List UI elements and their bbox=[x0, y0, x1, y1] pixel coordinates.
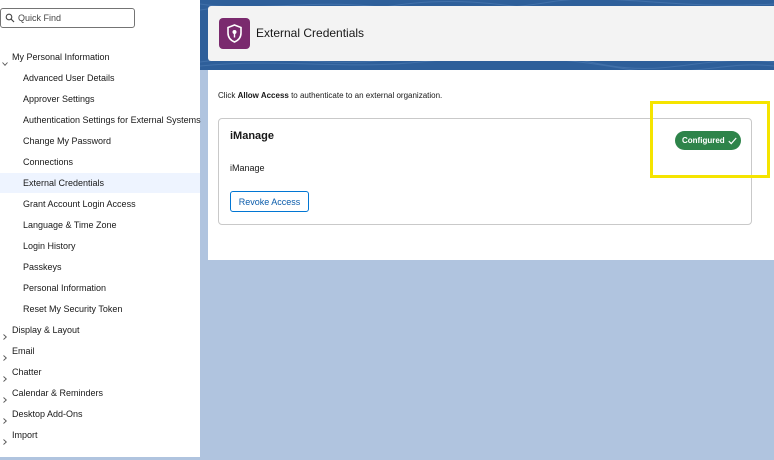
sidebar-item-label: Passkeys bbox=[23, 262, 62, 272]
shield-key-icon bbox=[219, 18, 250, 49]
sidebar-item-connections[interactable]: Connections bbox=[0, 152, 200, 172]
credential-title: iManage bbox=[230, 130, 275, 142]
chevron-right-icon bbox=[2, 390, 8, 403]
sidebar-section-my-personal-information[interactable]: My Personal Information bbox=[0, 47, 200, 67]
intro-suffix: to authenticate to an external organizat… bbox=[288, 91, 443, 100]
chevron-right-icon bbox=[2, 327, 8, 340]
sidebar-item-authentication-settings[interactable]: Authentication Settings for External Sys… bbox=[0, 110, 201, 130]
chevron-down-icon bbox=[2, 54, 8, 66]
sidebar-item-label: Grant Account Login Access bbox=[23, 199, 136, 209]
sidebar-item-label: External Credentials bbox=[23, 178, 105, 188]
chevron-right-icon bbox=[2, 411, 8, 424]
sidebar-section-display-layout[interactable]: Display & Layout bbox=[0, 320, 200, 340]
sidebar-item-personal-information[interactable]: Personal Information bbox=[0, 278, 200, 298]
intro-bold: Allow Access bbox=[237, 91, 289, 100]
sidebar-item-approver-settings[interactable]: Approver Settings bbox=[0, 89, 200, 109]
sidebar-section-label: Email bbox=[12, 346, 35, 356]
sidebar-item-external-credentials[interactable]: External Credentials bbox=[0, 173, 200, 193]
highlight-box bbox=[650, 101, 770, 178]
chevron-right-icon bbox=[2, 369, 8, 382]
sidebar-section-label: Chatter bbox=[12, 367, 42, 377]
sidebar-section-label: My Personal Information bbox=[12, 52, 110, 62]
intro-prefix: Click bbox=[218, 91, 238, 100]
search-input[interactable] bbox=[18, 11, 130, 25]
sidebar-item-change-my-password[interactable]: Change My Password bbox=[0, 131, 200, 151]
page-header: External Credentials bbox=[208, 6, 774, 61]
sidebar-item-grant-account-login-access[interactable]: Grant Account Login Access bbox=[0, 194, 200, 214]
sidebar-section-label: Desktop Add-Ons bbox=[12, 409, 83, 419]
revoke-access-button[interactable]: Revoke Access bbox=[230, 191, 309, 212]
page-title: External Credentials bbox=[256, 26, 365, 40]
sidebar-item-label: Language & Time Zone bbox=[23, 220, 117, 230]
intro-text: Click Allow Access to authenticate to an… bbox=[218, 91, 442, 100]
sidebar-section-desktop-add-ons[interactable]: Desktop Add-Ons bbox=[0, 404, 200, 424]
sidebar-item-label: Authentication Settings for External Sys… bbox=[23, 115, 201, 125]
sidebar-section-label: Display & Layout bbox=[12, 325, 80, 335]
sidebar-section-email[interactable]: Email bbox=[0, 341, 200, 361]
sidebar-item-label: Change My Password bbox=[23, 136, 112, 146]
sidebar: My Personal Information Advanced User De… bbox=[0, 0, 201, 457]
sidebar-item-label: Approver Settings bbox=[23, 94, 95, 104]
sidebar-item-language-time-zone[interactable]: Language & Time Zone bbox=[0, 215, 200, 235]
sidebar-section-label: Calendar & Reminders bbox=[12, 388, 104, 398]
sidebar-item-label: Connections bbox=[23, 157, 74, 167]
sidebar-item-advanced-user-details[interactable]: Advanced User Details bbox=[0, 68, 200, 88]
sidebar-item-passkeys[interactable]: Passkeys bbox=[0, 257, 200, 277]
sidebar-item-login-history[interactable]: Login History bbox=[0, 236, 200, 256]
quick-find-box[interactable] bbox=[0, 8, 135, 28]
sidebar-section-chatter[interactable]: Chatter bbox=[0, 362, 200, 382]
sidebar-section-calendar-reminders[interactable]: Calendar & Reminders bbox=[0, 383, 200, 403]
sidebar-item-label: Advanced User Details bbox=[23, 73, 115, 83]
sidebar-item-label: Personal Information bbox=[23, 283, 107, 293]
sidebar-section-import[interactable]: Import bbox=[0, 425, 200, 445]
sidebar-item-label: Login History bbox=[23, 241, 76, 251]
sidebar-item-reset-security-token[interactable]: Reset My Security Token bbox=[0, 299, 200, 319]
chevron-right-icon bbox=[2, 348, 8, 361]
sidebar-section-label: Import bbox=[12, 430, 38, 440]
search-icon bbox=[5, 13, 15, 23]
chevron-right-icon bbox=[2, 432, 8, 445]
credential-description: iManage bbox=[230, 163, 265, 173]
sidebar-item-label: Reset My Security Token bbox=[23, 304, 123, 314]
